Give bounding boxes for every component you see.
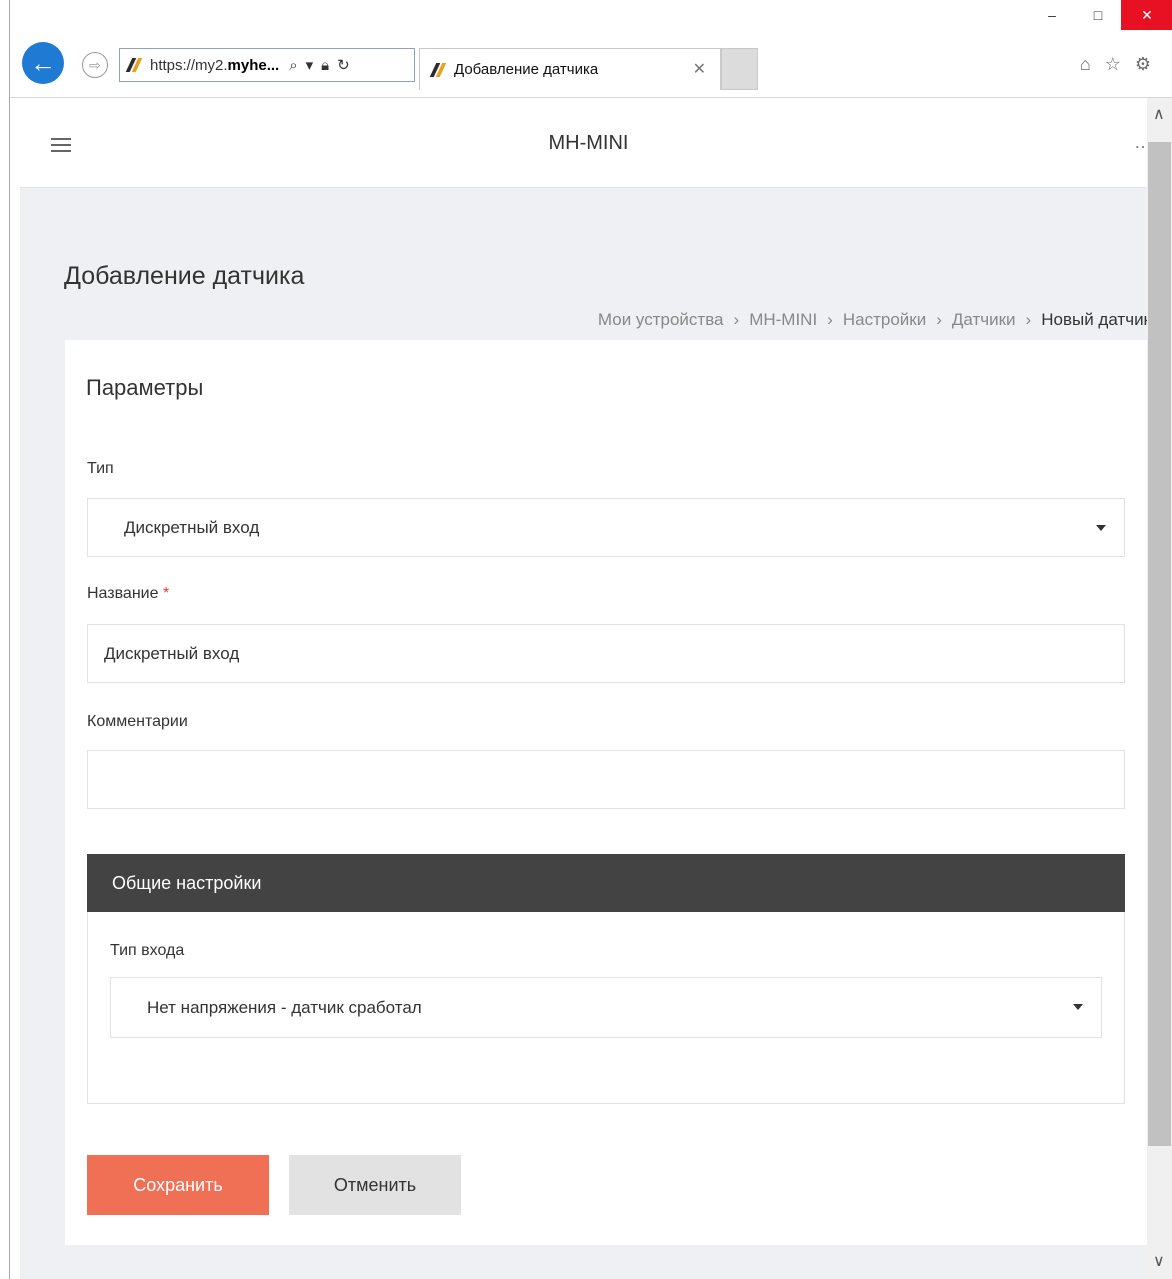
breadcrumb-separator-icon: › [733, 310, 740, 329]
breadcrumb-separator-icon: › [936, 310, 942, 329]
breadcrumb-separator-icon: › [1025, 310, 1032, 329]
save-button[interactable]: Сохранить [87, 1155, 269, 1215]
input-type-select[interactable]: Нет напряжения - датчик сработал [110, 977, 1102, 1038]
general-settings-title: Общие настройки [112, 872, 262, 893]
maximize-icon[interactable]: □ [1075, 0, 1121, 30]
name-label-text: Название [87, 585, 159, 602]
input-type-label: Тип входа [110, 942, 185, 959]
breadcrumb-current: Новый датчик [1041, 310, 1151, 329]
vertical-scrollbar[interactable]: ∧ ∨ [1147, 98, 1172, 1279]
lock-icon[interactable]: 🔒︎ [321, 57, 329, 74]
tab-close-icon[interactable]: ✕ [693, 59, 706, 79]
close-icon[interactable]: ✕ [1121, 0, 1172, 30]
form-card: Параметры Тип Дискретный вход Название *… [65, 340, 1147, 1245]
caret-down-icon [1073, 1004, 1083, 1010]
url-host: myhe... [227, 56, 280, 74]
tab-favicon-icon [430, 63, 446, 77]
tab-title: Добавление датчика [454, 61, 599, 78]
caret-down-icon [1096, 525, 1106, 531]
comment-input[interactable] [87, 750, 1125, 809]
app-header: MH-MINI … [20, 98, 1157, 188]
breadcrumb-my-devices[interactable]: Мои устройства [598, 310, 724, 330]
breadcrumb-settings[interactable]: Настройки [843, 310, 926, 330]
url-text: https://my2.myhe... [150, 57, 279, 74]
url-protocol: https://my2. [150, 56, 228, 74]
scroll-up-arrow-icon[interactable]: ∧ [1153, 104, 1165, 124]
name-input[interactable]: Дискретный вход [87, 624, 1125, 683]
dropdown-chevron-icon[interactable]: ▾ [306, 56, 314, 74]
name-input-value: Дискретный вход [104, 643, 240, 663]
page-title: Добавление датчика [64, 262, 305, 290]
back-arrow-icon[interactable]: ← [22, 42, 64, 84]
new-tab-button[interactable] [721, 48, 758, 90]
minimize-icon[interactable]: – [1029, 0, 1075, 30]
site-favicon-icon [126, 58, 142, 72]
general-settings-body: Тип входа Нет напряжения - датчик сработ… [87, 912, 1125, 1104]
address-bar[interactable]: https://my2.myhe... ⌕ ▾ 🔒︎ ↻ [119, 48, 415, 82]
browser-tab-active[interactable]: Добавление датчика ✕ [419, 48, 721, 90]
scroll-thumb[interactable] [1148, 142, 1171, 1146]
refresh-icon[interactable]: ↻ [337, 56, 350, 74]
page-viewport: MH-MINI … Добавление датчика Мои устройс… [20, 98, 1157, 1279]
browser-titlebar: – □ ✕ ← ⇨ https://my2.myhe... ⌕ ▾ 🔒︎ ↻ Д… [10, 0, 1172, 98]
app-title: MH-MINI [548, 132, 629, 154]
breadcrumb-separator-icon: › [827, 310, 833, 329]
cancel-button[interactable]: Отменить [289, 1155, 461, 1215]
address-bar-icons: ⌕ ▾ 🔒︎ ↻ [289, 56, 350, 75]
required-mark: * [162, 585, 170, 602]
input-type-select-value: Нет напряжения - датчик сработал [147, 997, 422, 1017]
card-title: Параметры [86, 375, 204, 400]
browser-window: – □ ✕ ← ⇨ https://my2.myhe... ⌕ ▾ 🔒︎ ↻ Д… [9, 0, 1172, 1279]
settings-gear-icon[interactable]: ⚙ [1135, 54, 1151, 75]
breadcrumb-sensors[interactable]: Датчики [952, 310, 1016, 330]
favorites-star-icon[interactable]: ☆ [1105, 54, 1121, 75]
search-icon[interactable]: ⌕ [289, 57, 297, 74]
window-controls: – □ ✕ [1029, 0, 1172, 30]
home-icon[interactable]: ⌂ [1080, 54, 1091, 75]
type-select[interactable]: Дискретный вход [87, 498, 1125, 557]
comment-label: Комментарии [87, 713, 188, 730]
type-label: Тип [87, 460, 114, 477]
browser-tools: ⌂ ☆ ⚙ [1080, 54, 1151, 75]
breadcrumb-device[interactable]: MH-MINI [749, 310, 817, 330]
forward-arrow-icon[interactable]: ⇨ [82, 52, 108, 78]
name-label: Название * [87, 585, 169, 603]
breadcrumb: Мои устройства › MH-MINI › Настройки › Д… [598, 310, 1151, 330]
scroll-down-arrow-icon[interactable]: ∨ [1153, 1251, 1165, 1271]
general-settings-header: Общие настройки [87, 854, 1125, 912]
type-select-value: Дискретный вход [124, 517, 260, 537]
